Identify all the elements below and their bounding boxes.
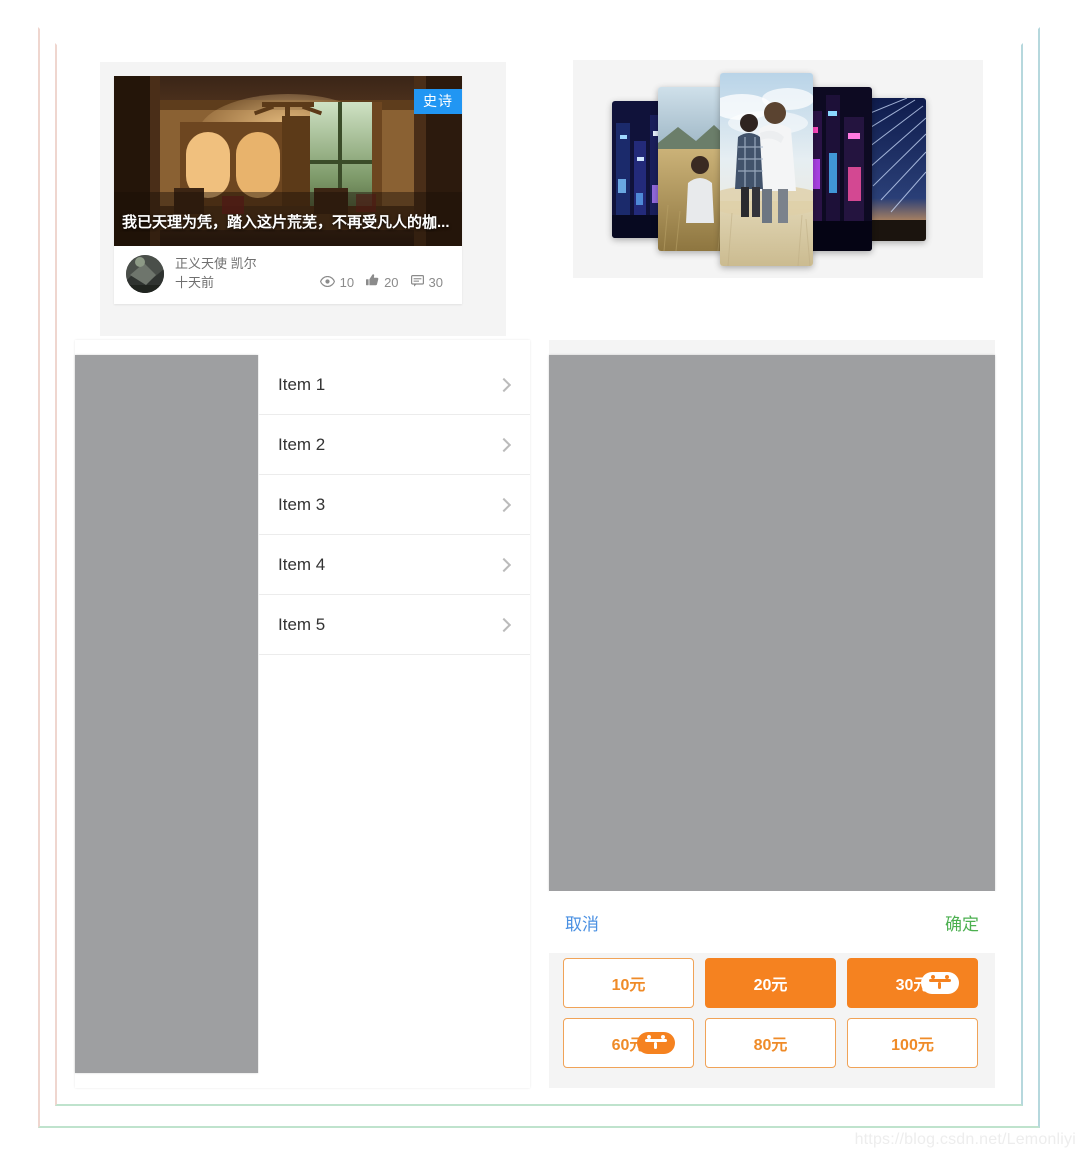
avatar-artwork [126,255,164,293]
article-author: 正义天使 凯尔 [175,256,257,271]
gift-badge-icon [636,1032,675,1054]
list-item[interactable]: Item 1 [259,355,530,415]
list-item-label: Item 4 [278,554,326,574]
swiper-carousel[interactable] [573,60,983,278]
picker-panel: 取消 确定 10元 20元 30元 60元 80元 100元 [549,340,995,1088]
chevron-right-icon [496,437,512,452]
recharge-option-30[interactable]: 30元 [847,958,978,1008]
chevron-right-icon [496,497,512,512]
article-meta-texts: 正义天使 凯尔 十天前 [175,256,320,292]
view-count: 10 [339,274,355,290]
swiper-panel [573,60,983,278]
list-placeholder-block [75,355,258,1073]
list-container: Item 1 Item 2 Item 3 Item 4 Item 5 [258,355,530,1073]
list-item-label: Item 2 [278,434,326,454]
chevron-right-icon [496,377,512,392]
article-title: 我已天理为凭，踏入这片荒芜，不再受凡人的枷... [122,214,450,231]
gift-badge-icon [920,972,959,994]
like-count: 20 [384,274,399,290]
recharge-option-label: 100元 [891,1037,934,1054]
couple-artwork [720,73,813,266]
list-item-label: Item 1 [278,374,326,394]
eye-icon [319,275,335,290]
neon-city-2-artwork [804,87,872,251]
list-item[interactable]: Item 5 [259,595,530,655]
comment-icon [410,274,424,290]
recharge-option-80[interactable]: 80元 [705,1018,836,1068]
status-badge-epic: 史诗 [414,89,462,114]
recharge-amount-grid: 10元 20元 30元 60元 80元 100元 [563,958,981,1068]
confirm-button[interactable]: 确定 [945,910,979,935]
swiper-slide-wheat-field[interactable] [658,87,729,251]
article-timestamp: 十天前 [175,275,215,290]
swiper-slide-couple-center[interactable] [720,73,813,266]
comment-count: 30 [428,274,443,290]
article-stats: 10 20 30 [319,274,450,292]
avatar[interactable] [126,255,164,293]
chevron-right-icon [496,557,512,572]
list-item[interactable]: Item 3 [259,475,530,535]
swiper-slide-star-trails[interactable] [863,98,926,241]
swiper-slide-neon-city-right[interactable] [804,87,872,251]
recharge-option-10[interactable]: 10元 [563,958,694,1008]
list-item[interactable]: Item 4 [259,535,530,595]
recharge-option-60[interactable]: 60元 [563,1018,694,1068]
recharge-option-100[interactable]: 100元 [847,1018,978,1068]
recharge-option-20[interactable]: 20元 [705,958,836,1008]
article-hero-image[interactable]: 史诗 我已天理为凭，踏入这片荒芜，不再受凡人的枷... [114,76,462,246]
star-trails-artwork [863,98,926,241]
picker-action-bar: 取消 确定 [549,891,995,953]
article-meta: 正义天使 凯尔 十天前 10 20 30 [114,246,462,304]
recharge-option-label: 10元 [611,977,646,994]
list-item[interactable]: Item 2 [259,415,530,475]
chevron-right-icon [496,617,512,632]
watermark: https://blog.csdn.net/Lemonliyi [854,1131,1076,1148]
article-card[interactable]: 史诗 我已天理为凭，踏入这片荒芜，不再受凡人的枷... 正义天使 凯尔 十天前 [114,76,462,304]
list-item-label: Item 3 [278,494,326,514]
wheat-field-artwork [658,87,729,251]
list-item-label: Item 5 [278,614,326,634]
page-root: 史诗 我已天理为凭，踏入这片荒芜，不再受凡人的枷... 正义天使 凯尔 十天前 [0,0,1080,1157]
picker-preview-placeholder [549,355,995,891]
recharge-option-label: 20元 [753,977,788,994]
cancel-button[interactable]: 取消 [565,910,599,935]
recharge-option-label: 80元 [753,1037,788,1054]
list-panel: Item 1 Item 2 Item 3 Item 4 Item 5 [75,340,530,1088]
thumbs-up-icon [366,274,379,290]
article-card-panel: 史诗 我已天理为凭，踏入这片荒芜，不再受凡人的枷... 正义天使 凯尔 十天前 [100,62,506,336]
